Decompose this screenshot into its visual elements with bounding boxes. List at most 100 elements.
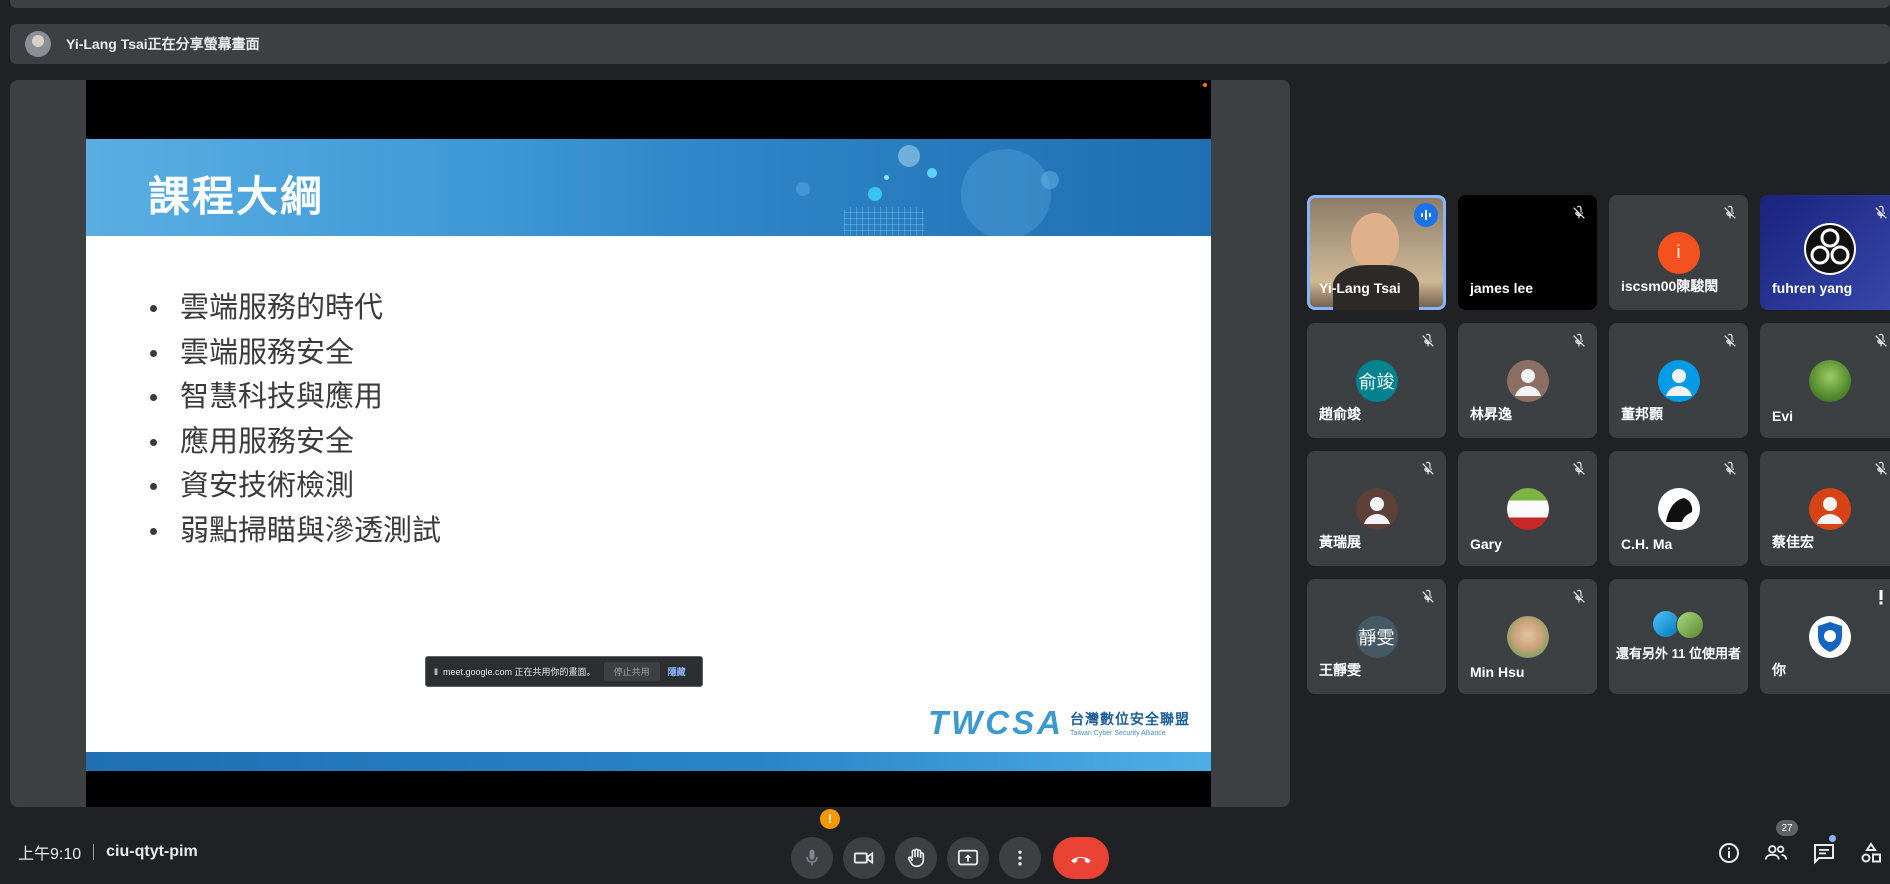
stop-sharing-button[interactable]: 停止共用 [603, 662, 660, 681]
participant-tile[interactable]: 還有另外 11 位使用者 [1609, 579, 1748, 694]
more-options-button[interactable] [999, 837, 1041, 879]
top-strip [10, 0, 1890, 8]
mic-off-icon [1571, 461, 1587, 477]
slide-title: 課程大綱 [148, 173, 325, 220]
camera-icon [853, 851, 874, 865]
participant-tile[interactable]: 蔡佳宏 [1760, 451, 1890, 566]
activities-shapes-icon [1861, 842, 1881, 863]
mic-off-icon [1571, 205, 1587, 221]
chat-button[interactable] [1812, 841, 1836, 865]
participant-avatar [1808, 359, 1851, 402]
participant-tile[interactable]: i iscsm00陳駿閎 [1609, 195, 1748, 310]
recording-dot [1203, 83, 1207, 87]
meeting-code: ciu-qtyt-pim [106, 843, 198, 860]
participant-tile[interactable]: 俞竣趙俞竣 [1307, 323, 1446, 438]
presenter-banner-text: Yi-Lang Tsai正在分享螢幕畫面 [66, 36, 260, 52]
participant-name: Yi-Lang Tsai [1319, 280, 1401, 296]
leave-call-button[interactable] [1053, 837, 1109, 879]
slide-bullet: 智慧科技與應用 [148, 375, 441, 420]
participant-avatar [1355, 487, 1398, 530]
participant-name: 趙俞竣 [1319, 406, 1361, 422]
participant-tile[interactable]: 你 [1760, 579, 1890, 694]
participant-tile[interactable]: Yi-Lang Tsai [1307, 195, 1446, 310]
mic-off-icon [1873, 461, 1889, 477]
present-button[interactable] [947, 837, 989, 879]
decor-circle [884, 175, 889, 180]
mic-off-icon [1420, 589, 1436, 605]
info-icon [1719, 843, 1739, 863]
chat-unread-dot [1829, 835, 1836, 842]
shared-screen: 課程大綱 雲端服務的時代 雲端服務安全 智慧科技與應用 應用服務安全 資安技術檢… [86, 80, 1211, 807]
presenter-avatar [25, 31, 51, 57]
present-screen-icon [957, 849, 979, 866]
clock-time: 上午9:10 [18, 846, 82, 863]
mic-off-icon [1571, 589, 1587, 605]
participant-avatar [1506, 359, 1549, 402]
mic-off-icon [1420, 461, 1436, 477]
participant-avatar [1803, 222, 1856, 275]
screen-share-notice: II meet.google.com 正在共用你的畫面。 停止共用 隱藏 [425, 656, 703, 687]
mic-off-icon [1420, 333, 1436, 349]
share-notice-text: meet.google.com 正在共用你的畫面。 [443, 667, 596, 677]
participant-name: 董邦顥 [1621, 406, 1663, 422]
presentation-stage[interactable]: 課程大綱 雲端服務的時代 雲端服務安全 智慧科技與應用 應用服務安全 資安技術檢… [10, 80, 1290, 807]
participant-name: 王靜雯 [1319, 662, 1361, 678]
meeting-details-button[interactable] [1717, 841, 1741, 865]
participant-tile[interactable]: 董邦顥 [1609, 323, 1748, 438]
participant-tile[interactable]: 黃瑞展 [1307, 451, 1446, 566]
bottom-control-bar: 上午9:10 ciu-qtyt-pim ! 27 [0, 809, 1890, 884]
participant-video [1351, 213, 1399, 269]
twcsa-logo: TWCSA 台灣數位安全聯盟 Taiwan Cyber Security All… [928, 704, 1190, 742]
participant-avatar [1808, 615, 1851, 658]
participant-avatar [1506, 615, 1549, 658]
more-participants-avatar [1676, 611, 1704, 639]
speaking-indicator-icon [1414, 203, 1438, 227]
microphone-button[interactable] [791, 837, 833, 879]
decor-grid [844, 207, 924, 236]
participant-name: Gary [1470, 536, 1502, 552]
participant-avatar [1657, 359, 1700, 402]
participant-avatar: 俞竣 [1355, 359, 1398, 402]
slide-footer-band [86, 752, 1211, 771]
participant-name: 蔡佳宏 [1772, 534, 1814, 550]
participant-tile[interactable]: james lee [1458, 195, 1597, 310]
mic-off-icon [1873, 333, 1889, 349]
slide-bullet: 應用服務安全 [148, 420, 441, 465]
participant-avatar: 靜雯 [1355, 615, 1398, 658]
slide-header: 課程大綱 [86, 139, 1211, 236]
participant-avatar [1808, 487, 1851, 530]
participant-avatar [1506, 487, 1549, 530]
hide-notice-button[interactable]: 隱藏 [668, 665, 686, 678]
participant-tile[interactable]: 林昇逸 [1458, 323, 1597, 438]
decor-circle [1041, 171, 1059, 189]
participant-name: 你 [1772, 662, 1786, 678]
participant-name: C.H. Ma [1621, 536, 1673, 552]
slide-bullet-list: 雲端服務的時代 雲端服務安全 智慧科技與應用 應用服務安全 資安技術檢測 弱點掃… [148, 286, 441, 553]
decor-circle [961, 149, 1051, 236]
participant-name: iscsm00陳駿閎 [1621, 278, 1719, 294]
participant-tile[interactable]: Evi [1760, 323, 1890, 438]
camera-button[interactable] [843, 837, 885, 879]
mic-off-icon [1722, 461, 1738, 477]
more-vert-icon [1018, 850, 1022, 866]
logo-name-en: Taiwan Cyber Security Alliance [1069, 730, 1166, 737]
mic-warning-icon[interactable]: ! [820, 809, 840, 829]
participant-tile[interactable]: 靜雯王靜雯 [1307, 579, 1446, 694]
activities-button[interactable] [1859, 841, 1883, 865]
mic-off-icon [1873, 205, 1889, 221]
participant-tile[interactable]: Gary [1458, 451, 1597, 566]
people-button[interactable] [1764, 841, 1788, 865]
participant-avatar [1657, 487, 1700, 530]
participant-name: 還有另外 11 位使用者 [1616, 646, 1741, 661]
participant-tile[interactable]: C.H. Ma [1609, 451, 1748, 566]
participant-name: Evi [1772, 408, 1794, 424]
decor-circle [898, 145, 920, 167]
slide-bullet: 雲端服務安全 [148, 331, 441, 376]
presenter-banner: Yi-Lang Tsai正在分享螢幕畫面 [10, 24, 1890, 64]
raise-hand-button[interactable] [895, 837, 937, 879]
participant-tile[interactable]: Min Hsu [1458, 579, 1597, 694]
decor-circle [796, 182, 810, 196]
participant-count-badge: 27 [1776, 820, 1798, 836]
logo-mark: TWCSA [928, 704, 1064, 741]
participant-tile[interactable]: fuhren yang [1760, 195, 1890, 310]
